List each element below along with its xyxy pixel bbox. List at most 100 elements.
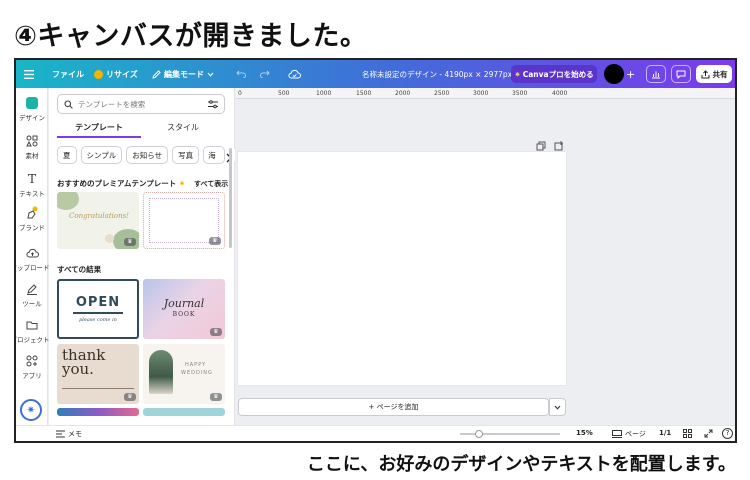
wedding-photo <box>149 350 173 394</box>
resize-button[interactable]: リサイズ <box>94 69 138 80</box>
filter-chips: 夏 シンプル お知らせ 写真 海 <box>57 146 226 164</box>
top-ruler: 0 500 1000 1500 2000 2500 3000 3500 4000 <box>236 88 735 99</box>
ruler-tick-label: 2500 <box>434 90 450 97</box>
filter-icon[interactable] <box>208 99 218 109</box>
share-button[interactable]: 共有 <box>696 65 732 83</box>
wedding-text-1: HAPPY <box>185 362 207 368</box>
file-menu[interactable]: ファイル <box>52 69 84 80</box>
avatar[interactable] <box>604 64 624 84</box>
template-thumb-thank-you[interactable]: thank you. ♛ <box>57 344 139 404</box>
add-page-button[interactable]: + ページを追加 <box>238 398 549 416</box>
template-search-input[interactable]: テンプレートを検索 <box>57 94 225 114</box>
search-icon <box>64 99 73 109</box>
add-page-options[interactable] <box>549 398 566 416</box>
canva-editor-screenshot: ファイル リサイズ 編集モード 名称未設定のデザイン - 4190px × 29… <box>14 58 737 443</box>
redo-icon[interactable] <box>260 70 270 78</box>
analytics-button[interactable] <box>646 65 666 83</box>
rail-label-apps: アプリ <box>22 372 42 380</box>
ruler-tick-label: 3000 <box>473 90 489 97</box>
panel-scrollbar[interactable] <box>229 148 232 248</box>
template-thumb-congratulations[interactable]: Congratulations! ♛ <box>57 192 139 249</box>
caption-text: ここに、お好みのデザインやテキストを配置します。 <box>306 454 736 475</box>
sparkle-icon: ✷ <box>178 179 186 188</box>
chip-sea[interactable]: 海 <box>203 146 226 164</box>
add-page-icon[interactable] <box>554 136 566 151</box>
rail-item-projects[interactable]: プロジェクト <box>14 318 50 344</box>
rail-item-upload[interactable]: アップロード <box>14 246 50 272</box>
left-rail: デザイン 素材 T テキスト ブランド アップロード ツール プロジェクト アプ… <box>14 88 50 425</box>
chart-icon <box>652 71 660 78</box>
notes-button[interactable]: メモ <box>56 429 82 439</box>
duplicate-page-icon[interactable] <box>536 136 548 151</box>
zoom-value[interactable]: 15% <box>576 429 593 437</box>
help-icon[interactable]: ? <box>722 428 733 439</box>
edit-mode-label: 編集モード <box>164 69 204 79</box>
fullscreen-icon[interactable] <box>704 429 713 440</box>
template-thumb-partial-1[interactable] <box>57 408 139 416</box>
chip-photo[interactable]: 写真 <box>172 146 200 164</box>
cloud-save-icon[interactable] <box>288 69 301 79</box>
rail-item-apps[interactable]: アプリ <box>16 354 48 380</box>
zoom-slider-handle[interactable] <box>475 430 483 438</box>
ruler-tick-label: 1500 <box>356 90 372 97</box>
premium-section-title: おすすめのプレミアムテンプレート ✷ <box>57 178 185 189</box>
journal-text: Journal <box>163 297 205 310</box>
chip-notice[interactable]: お知らせ <box>126 146 169 164</box>
open-text: OPEN <box>75 295 121 310</box>
comment-button[interactable] <box>671 65 691 83</box>
premium-title-text: おすすめのプレミアムテンプレート <box>57 179 177 188</box>
ruler-tick-label: 2000 <box>395 90 411 97</box>
hamburger-icon[interactable] <box>24 69 34 79</box>
share-icon <box>701 69 709 78</box>
ruler-tick-label: 500 <box>278 90 290 97</box>
tab-styles[interactable]: スタイル <box>141 118 225 138</box>
undo-icon[interactable] <box>236 70 246 78</box>
design-title[interactable]: 名称未設定のデザイン - 4190px × 2977px <box>362 69 512 80</box>
rail-label-brand: ブランド <box>19 224 45 232</box>
crown-icon: ♛ <box>209 237 221 245</box>
chip-simple[interactable]: シンプル <box>80 146 123 164</box>
ruler-tick-label: 4000 <box>552 90 568 97</box>
template-thumb-partial-2[interactable] <box>143 408 225 416</box>
see-all-link[interactable]: すべて表示 <box>194 179 228 189</box>
crown-icon: ♛ <box>124 393 136 401</box>
template-thumb-wedding[interactable]: HAPPY WEDDING ♛ <box>143 344 225 404</box>
chip-summer[interactable]: 夏 <box>57 146 77 164</box>
template-thumb-dotted-frame[interactable]: ♛ <box>143 192 225 249</box>
grid-view-icon[interactable] <box>683 429 692 440</box>
zoom-slider[interactable] <box>460 430 560 438</box>
tab-templates[interactable]: テンプレート <box>57 118 141 138</box>
rail-label-upload: アップロード <box>14 264 50 272</box>
chevron-down-icon <box>207 72 214 77</box>
page-heading: ④キャンバスが開きました。 <box>14 21 368 52</box>
design-canvas[interactable] <box>238 152 566 385</box>
crown-icon: ♛ <box>210 328 222 336</box>
rail-item-brand[interactable]: ブランド <box>16 206 48 232</box>
open-subtext: please come in <box>79 317 117 323</box>
pages-button[interactable]: ページ <box>612 429 646 439</box>
rail-item-elements[interactable]: 素材 <box>16 134 48 160</box>
magic-assistant-button[interactable]: ✷ <box>20 399 42 421</box>
share-label: 共有 <box>712 69 728 79</box>
rail-label-projects: プロジェクト <box>14 336 50 344</box>
ruler-tick-label: 1000 <box>316 90 332 97</box>
rail-item-draw[interactable]: ツール <box>16 282 48 308</box>
template-thumb-open-sign[interactable]: OPEN please come in <box>57 279 139 339</box>
rail-item-design[interactable]: デザイン <box>16 96 48 122</box>
decor-line <box>62 388 134 389</box>
template-thumb-journal[interactable]: Journal BOOK ♛ <box>143 279 225 339</box>
edit-mode-dropdown[interactable]: 編集モード <box>152 69 214 80</box>
canva-pro-button[interactable]: ✷ Canvaプロを始める <box>511 65 597 83</box>
rail-item-text[interactable]: T テキスト <box>16 172 48 198</box>
rail-label-text: テキスト <box>19 190 45 198</box>
results-section-title: すべての結果 <box>57 265 102 274</box>
add-collaborator-icon[interactable]: + <box>626 68 635 81</box>
pencil-icon <box>152 69 161 79</box>
file-menu-label: ファイル <box>52 69 84 79</box>
design-title-label: 名称未設定のデザイン - 4190px × 2977px <box>362 69 513 79</box>
upload-icon <box>24 246 40 260</box>
crown-icon: ♛ <box>124 238 136 246</box>
notes-icon <box>56 430 65 438</box>
template-panel: テンプレートを検索 テンプレート スタイル 夏 シンプル お知らせ 写真 海 お… <box>49 88 235 425</box>
elements-icon <box>24 134 40 148</box>
